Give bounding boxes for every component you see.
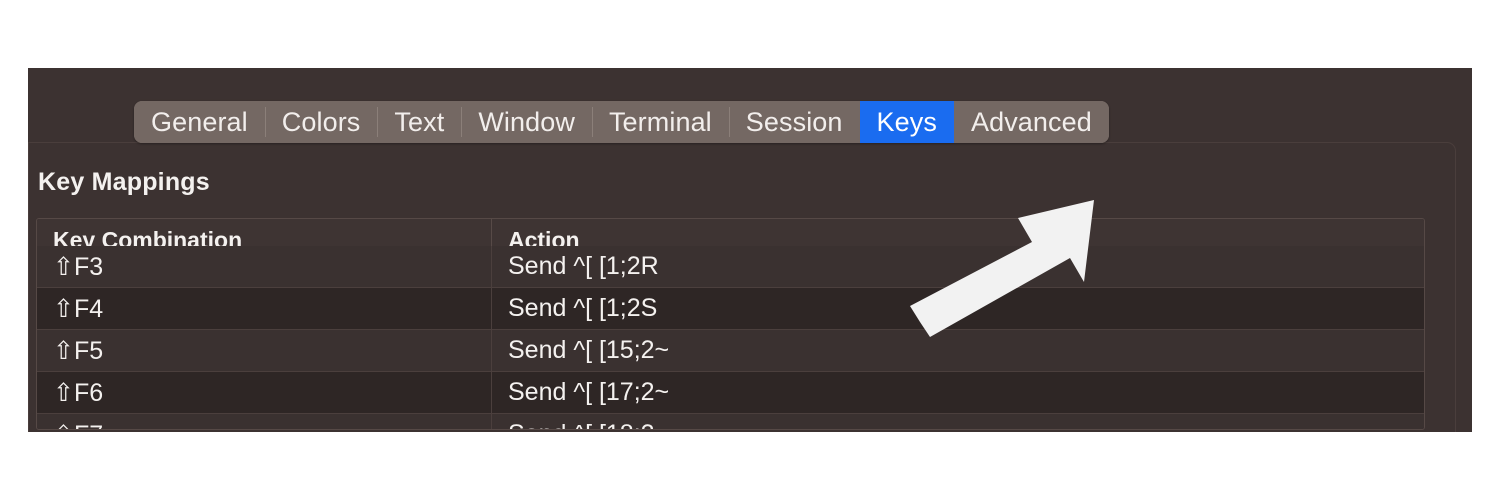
cell-key-combination: ⇧F3 [37, 246, 492, 287]
tab-text[interactable]: Text [377, 101, 462, 143]
table-row[interactable]: ⇧F6 Send ^[ [17;2~ [37, 372, 1424, 414]
cell-action: Send ^[ [1;2S [508, 294, 658, 322]
page-title: Key Mappings [38, 168, 210, 196]
cell-action: Send ^[ [18;2~ [492, 414, 1424, 429]
cell-key-combination: ⇧F5 [37, 330, 492, 371]
preferences-window: General Colors Text Window Terminal Session Ke… [28, 68, 1472, 432]
tab-general[interactable]: General [134, 101, 265, 143]
cell-key-combination: ⇧F4 [37, 288, 492, 329]
table-row[interactable]: ⇧F7Send ^[ [18;2~ [37, 414, 1424, 429]
tab-session[interactable]: Session [728, 101, 860, 143]
preferences-tabbar[interactable]: General Colors Text Window Terminal Session Ke… [134, 101, 1109, 143]
tab-terminal[interactable]: Terminal [591, 101, 729, 143]
table-row[interactable]: ⇧F5 Send ^[ [15;2~ [37, 330, 1424, 372]
table-body: ⇧F3 Send ^[ [1;2R ⇧F4 Send ^[ [1;2S ⇧F5 Send … [37, 246, 1424, 429]
cell-key-combination: ⇧F7 [37, 414, 492, 429]
tab-window[interactable]: Window [461, 101, 592, 143]
tab-colors[interactable]: Colors [264, 101, 378, 143]
cell-action: Send ^[ [17;2~ [508, 378, 670, 406]
key-mappings-table[interactable]: Key Combination Action ⇧F3 Send ^[ [1;2R ⇧… [36, 218, 1425, 430]
table-row[interactable]: ⇧F4 Send ^[ [1;2S [37, 288, 1424, 330]
cell-key-combination: ⇧F6 [37, 372, 492, 413]
tab-keys[interactable]: Keys [859, 101, 954, 143]
cell-action: Send ^[ [1;2R [508, 252, 659, 280]
screenshot-root: General Colors Text Window Terminal Session Ke… [0, 0, 1500, 500]
cell-action: Send ^[ [15;2~ [508, 336, 670, 364]
crop-mask-bottom [0, 432, 1500, 500]
table-row[interactable]: ⇧F3 Send ^[ [1;2R [37, 246, 1424, 288]
crop-mask-top [0, 0, 1500, 68]
tab-advanced[interactable]: Advanced [953, 101, 1109, 143]
